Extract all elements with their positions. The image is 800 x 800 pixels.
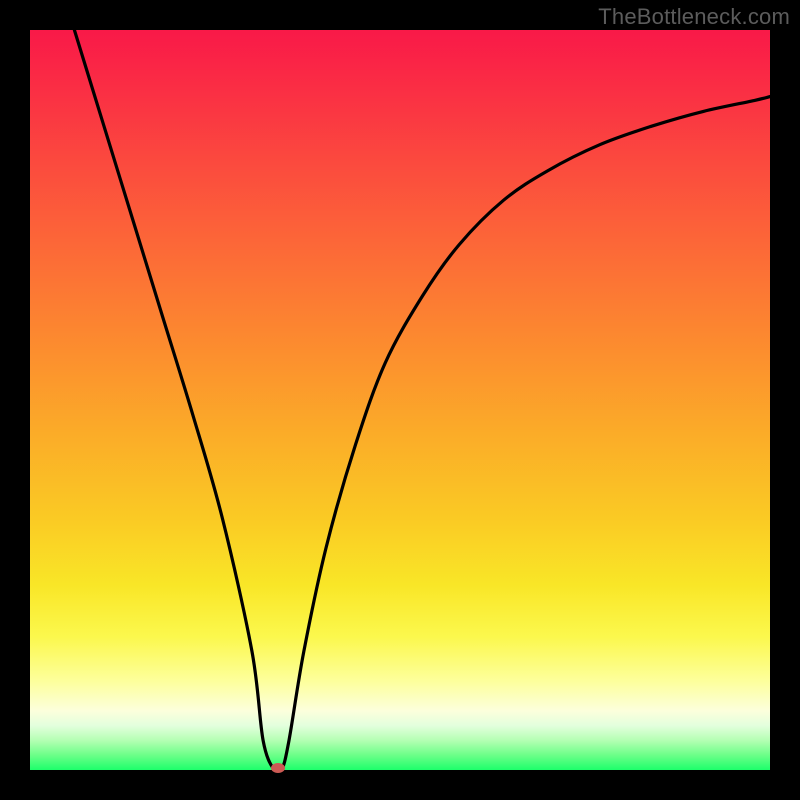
- minimum-marker: [271, 763, 285, 773]
- watermark-text: TheBottleneck.com: [598, 4, 790, 30]
- bottleneck-curve: [74, 30, 770, 774]
- curve-layer: [30, 30, 770, 770]
- chart-frame: TheBottleneck.com: [0, 0, 800, 800]
- plot-area: [30, 30, 770, 770]
